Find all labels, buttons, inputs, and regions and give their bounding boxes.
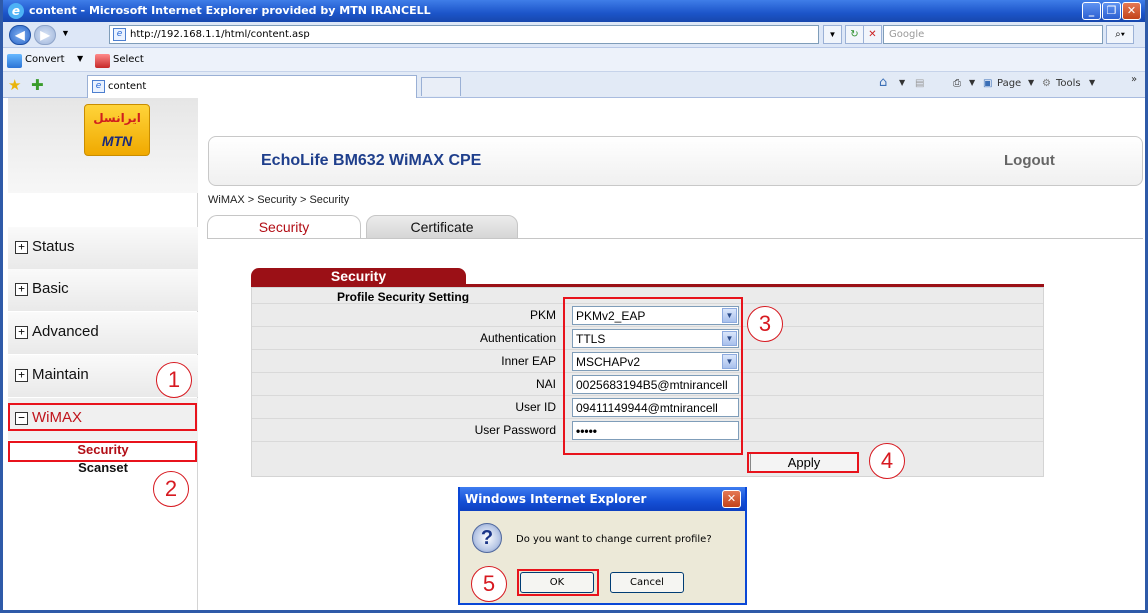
dialog-message: Do you want to change current profile? (516, 534, 712, 545)
field-label: PKM (529, 308, 556, 322)
browser-window: e content - Microsoft Internet Explorer … (0, 0, 1148, 613)
refresh-icon[interactable]: ↻ (845, 25, 864, 44)
page-menu[interactable]: Page (997, 78, 1021, 89)
window-title: content - Microsoft Internet Explorer pr… (29, 4, 431, 17)
ie-logo-icon: e (8, 3, 24, 19)
annotation-step-1: 1 (156, 362, 192, 398)
tab-row: ★ ✚ e content ⌂ ▼ ▤ ⎙ ▼ ▣ Page ▼ ⚙ Tools… (3, 72, 1145, 98)
page-icon: e (113, 28, 126, 41)
highlight-security (8, 441, 197, 462)
tools-dropdown-icon[interactable]: ▼ (1089, 78, 1095, 87)
breadcrumb: WiMAX > Security > Security (208, 194, 350, 206)
feeds-icon[interactable]: ▤ (915, 78, 924, 89)
logout-link[interactable]: Logout (1004, 152, 1055, 169)
expand-icon: + (15, 241, 28, 254)
maximize-icon[interactable]: ❐ (1102, 2, 1121, 20)
page-menu-icon: ▣ (983, 78, 993, 89)
url-dropdown-icon[interactable]: ▼ (823, 25, 842, 44)
print-dropdown-icon[interactable]: ▼ (969, 78, 975, 87)
toolbar: Convert ▼ Select (3, 48, 1145, 72)
history-dropdown-icon[interactable]: ▼ (61, 28, 70, 38)
logo-text-farsi: ایرانسل (93, 111, 141, 125)
print-icon[interactable]: ⎙ (953, 78, 961, 89)
search-input[interactable]: Google (883, 25, 1103, 44)
address-bar: ◀ ▶ ▼ e http://192.168.1.1/html/content.… (3, 22, 1145, 48)
favorites-star-icon[interactable]: ★ (8, 76, 21, 94)
forward-arrow-icon[interactable]: ▶ (34, 25, 56, 45)
title-bar: e content - Microsoft Internet Explorer … (3, 0, 1145, 22)
header: EchoLife BM632 WiMAX CPE Logout (208, 136, 1143, 186)
highlight-ok (517, 569, 599, 596)
sidebar-item-basic[interactable]: + Basic (8, 269, 198, 311)
sidebar-item-label: Status (32, 238, 75, 255)
chevron-more-icon[interactable]: » (1131, 74, 1137, 85)
tools-menu[interactable]: Tools (1056, 78, 1081, 89)
field-label: NAI (535, 377, 556, 391)
add-favorites-icon[interactable]: ✚ (31, 76, 44, 94)
sidebar-item-label: Advanced (32, 323, 99, 340)
tab-security[interactable]: Security (207, 215, 361, 239)
minimize-icon[interactable]: _ (1082, 2, 1101, 20)
url-text: http://192.168.1.1/html/content.asp (130, 29, 310, 40)
expand-icon: + (15, 369, 28, 382)
back-arrow-icon[interactable]: ◀ (9, 25, 31, 45)
sidebar: ایرانسل MTN + Status + Basic + Advanced … (8, 98, 198, 610)
mtn-irancell-logo: ایرانسل MTN (84, 104, 150, 156)
field-label: User ID (515, 400, 556, 414)
home-dropdown-icon[interactable]: ▼ (899, 78, 905, 87)
dialog-close-icon[interactable]: ✕ (722, 490, 741, 508)
sidebar-item-advanced[interactable]: + Advanced (8, 312, 198, 354)
field-label: Inner EAP (501, 354, 556, 368)
close-icon[interactable]: ✕ (1122, 2, 1141, 20)
expand-icon: + (15, 283, 28, 296)
tools-gear-icon: ⚙ (1042, 78, 1051, 89)
tab-divider (207, 238, 1143, 239)
tab-certificate[interactable]: Certificate (366, 215, 518, 239)
annotation-step-4: 4 (869, 443, 905, 479)
search-icon[interactable]: ⌕▾ (1106, 25, 1134, 44)
highlight-security-fields (563, 297, 743, 455)
url-input[interactable]: e http://192.168.1.1/html/content.asp (109, 25, 819, 44)
sidebar-item-label: Maintain (32, 366, 89, 383)
select-button[interactable]: Select (113, 54, 144, 65)
field-label: User Password (474, 423, 556, 437)
page-dropdown-icon[interactable]: ▼ (1028, 78, 1034, 87)
stop-icon[interactable]: ✕ (863, 25, 882, 44)
convert-icon (7, 54, 22, 68)
sidebar-item-status[interactable]: + Status (8, 227, 198, 269)
convert-button[interactable]: Convert (25, 54, 65, 65)
home-icon[interactable]: ⌂ (879, 75, 887, 90)
cancel-button[interactable]: Cancel (610, 572, 684, 593)
expand-icon: + (15, 326, 28, 339)
tab-title: content (108, 81, 147, 92)
tab-page-icon: e (92, 80, 105, 93)
dialog-title: Windows Internet Explorer (460, 487, 745, 511)
annotation-step-3: 3 (747, 306, 783, 342)
logo-area: ایرانسل MTN (8, 98, 198, 193)
browser-tab[interactable]: e content (87, 75, 417, 98)
page-title: EchoLife BM632 WiMAX CPE (261, 152, 482, 169)
select-icon (95, 54, 110, 68)
question-icon: ? (472, 523, 502, 553)
annotation-step-5: 5 (471, 566, 507, 602)
form-subtitle: Profile Security Setting (337, 290, 470, 304)
sidebar-item-label: Basic (32, 280, 69, 297)
convert-dropdown-icon[interactable]: ▼ (77, 54, 83, 63)
annotation-step-2: 2 (153, 471, 189, 507)
highlight-apply (747, 452, 859, 473)
field-label: Authentication (479, 331, 556, 345)
highlight-wimax (8, 403, 197, 431)
new-tab-button[interactable] (421, 77, 461, 96)
logo-text-mtn: MTN (101, 133, 133, 149)
